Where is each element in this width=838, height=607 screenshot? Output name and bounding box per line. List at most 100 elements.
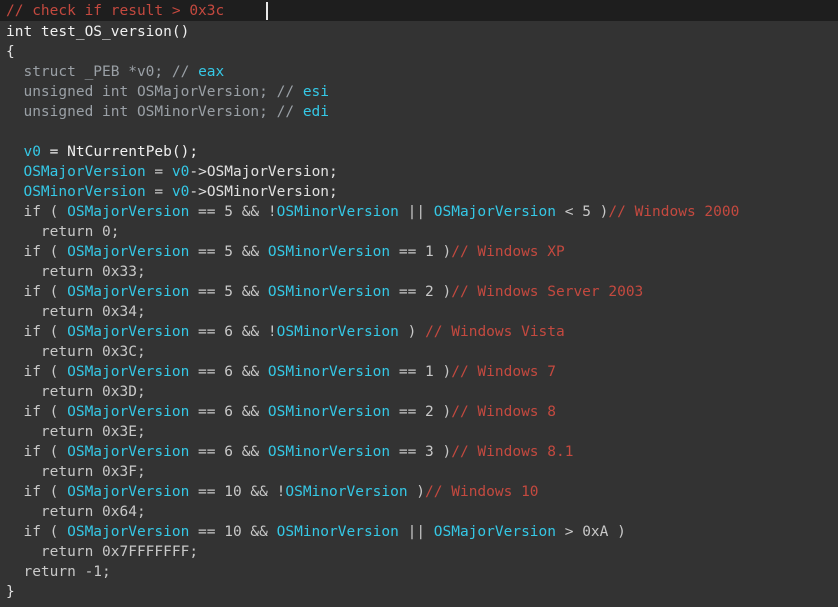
code-token: OSMajorVersion <box>67 244 190 260</box>
code-line[interactable]: if ( OSMajorVersion == 6 && OSMinorVersi… <box>6 442 836 462</box>
code-token: = <box>145 164 172 180</box>
code-token: == 5 && <box>189 284 268 300</box>
code-line[interactable]: if ( OSMajorVersion == 6 && OSMinorVersi… <box>6 362 836 382</box>
code-token: return 0x3C; <box>6 344 146 360</box>
code-token: // <box>276 84 303 100</box>
code-token: == 10 && <box>189 524 277 540</box>
code-token: // <box>171 64 199 80</box>
header-bar: // check if result > 0x3c <box>0 0 838 21</box>
code-line[interactable]: { <box>6 42 836 62</box>
code-token: if ( <box>6 324 68 340</box>
code-line[interactable]: return 0x3F; <box>6 462 836 482</box>
code-line[interactable]: if ( OSMajorVersion == 10 && !OSMinorVer… <box>6 482 836 502</box>
code-token: return 0x3E; <box>6 424 146 440</box>
code-token: == 10 && ! <box>189 484 286 500</box>
code-token: // Windows 7 <box>451 364 556 380</box>
code-token: return 0x3D; <box>6 384 146 400</box>
code-token: if ( <box>6 484 68 500</box>
code-line[interactable]: v0 = NtCurrentPeb(); <box>6 142 836 162</box>
code-line[interactable]: return 0x34; <box>6 302 836 322</box>
code-line[interactable]: return 0x64; <box>6 502 836 522</box>
code-token: if ( <box>6 244 68 260</box>
code-line[interactable]: return 0x3C; <box>6 342 836 362</box>
code-line[interactable]: return 0x7FFFFFFF; <box>6 542 836 562</box>
code-line[interactable]: return 0x33; <box>6 262 836 282</box>
code-line[interactable]: return 0; <box>6 222 836 242</box>
code-token: OSMinorVersion <box>276 524 399 540</box>
code-token: OSMinorVersion <box>267 244 391 260</box>
code-line[interactable]: struct _PEB *v0; // eax <box>6 62 836 82</box>
code-token: OSMajorVersion <box>67 204 190 220</box>
code-token: // Windows Server 2003 <box>451 284 644 300</box>
code-editor[interactable]: int test_OS_version() { struct _PEB *v0; … <box>6 22 836 602</box>
code-token: // Windows 8.1 <box>451 444 574 460</box>
code-line[interactable]: if ( OSMajorVersion == 5 && !OSMinorVers… <box>6 202 836 222</box>
code-token: { <box>6 44 15 60</box>
code-line[interactable]: OSMinorVersion = v0->OSMinorVersion; <box>6 182 836 202</box>
code-token: == 6 && <box>189 444 268 460</box>
code-token: v0 <box>171 164 190 180</box>
code-token: ) <box>398 324 426 340</box>
code-line[interactable]: int test_OS_version() <box>6 22 836 42</box>
code-token: OSMinorVersion <box>267 284 391 300</box>
code-line[interactable]: unsigned int OSMajorVersion; // esi <box>6 82 836 102</box>
code-token: OSMajorVersion <box>67 524 190 540</box>
code-token: < 5 ) <box>556 204 609 220</box>
code-token: if ( <box>6 404 68 420</box>
code-token: OSMajorVersion <box>67 484 190 500</box>
code-token: == 5 && <box>189 244 268 260</box>
code-token: = <box>145 184 172 200</box>
code-line[interactable]: if ( OSMajorVersion == 5 && OSMinorVersi… <box>6 242 836 262</box>
code-token: OSMajorVersion <box>67 364 190 380</box>
code-token: return 0x33; <box>6 264 146 280</box>
code-token: ->OSMajorVersion; <box>189 164 338 180</box>
code-line[interactable]: OSMajorVersion = v0->OSMajorVersion; <box>6 162 836 182</box>
code-token: } <box>6 584 15 600</box>
text-caret <box>266 2 268 20</box>
code-token: // Windows Vista <box>425 324 565 340</box>
code-token: OSMajorVersion <box>67 284 190 300</box>
code-token: v0 <box>171 184 190 200</box>
code-line[interactable]: return 0x3E; <box>6 422 836 442</box>
code-token: esi <box>302 84 330 100</box>
code-token: return 0; <box>6 224 120 240</box>
code-token: == 6 && <box>189 404 268 420</box>
code-line[interactable]: unsigned int OSMinorVersion; // edi <box>6 102 836 122</box>
header-comment: // check if result > 0x3c <box>6 3 225 19</box>
code-token: ) <box>407 484 426 500</box>
code-token: OSMajorVersion <box>433 204 556 220</box>
code-token: == 1 ) <box>390 244 452 260</box>
code-token: OSMajorVersion <box>433 524 556 540</box>
code-token: unsigned int OSMajorVersion; <box>6 84 277 100</box>
code-token: if ( <box>6 524 68 540</box>
code-line[interactable]: if ( OSMajorVersion == 6 && OSMinorVersi… <box>6 402 836 422</box>
code-token: OSMinorVersion <box>267 404 391 420</box>
code-line[interactable]: return -1; <box>6 562 836 582</box>
code-token: // <box>276 104 303 120</box>
code-token: = NtCurrentPeb(); <box>40 144 199 160</box>
code-token: return 0x3F; <box>6 464 146 480</box>
code-token: eax <box>198 64 225 80</box>
code-token: unsigned int OSMinorVersion; <box>6 104 277 120</box>
code-token: OSMajorVersion <box>23 164 146 180</box>
code-line[interactable]: return 0x3D; <box>6 382 836 402</box>
code-line[interactable]: if ( OSMajorVersion == 5 && OSMinorVersi… <box>6 282 836 302</box>
code-line[interactable]: if ( OSMajorVersion == 6 && !OSMinorVers… <box>6 322 836 342</box>
code-token: || <box>398 204 434 220</box>
code-token: OSMinorVersion <box>285 484 408 500</box>
code-token: == 6 && ! <box>189 324 277 340</box>
code-token: if ( <box>6 284 68 300</box>
code-token: == 6 && <box>189 364 268 380</box>
code-token: > 0xA ) <box>556 524 626 540</box>
code-token: == 2 ) <box>390 404 452 420</box>
code-token: == 3 ) <box>390 444 452 460</box>
code-token: OSMinorVersion <box>23 184 146 200</box>
code-token: // Windows 10 <box>425 484 539 500</box>
code-token: // Windows 2000 <box>608 204 740 220</box>
code-line[interactable]: if ( OSMajorVersion == 10 && OSMinorVers… <box>6 522 836 542</box>
code-line[interactable]: } <box>6 582 836 602</box>
code-line[interactable] <box>6 122 836 142</box>
